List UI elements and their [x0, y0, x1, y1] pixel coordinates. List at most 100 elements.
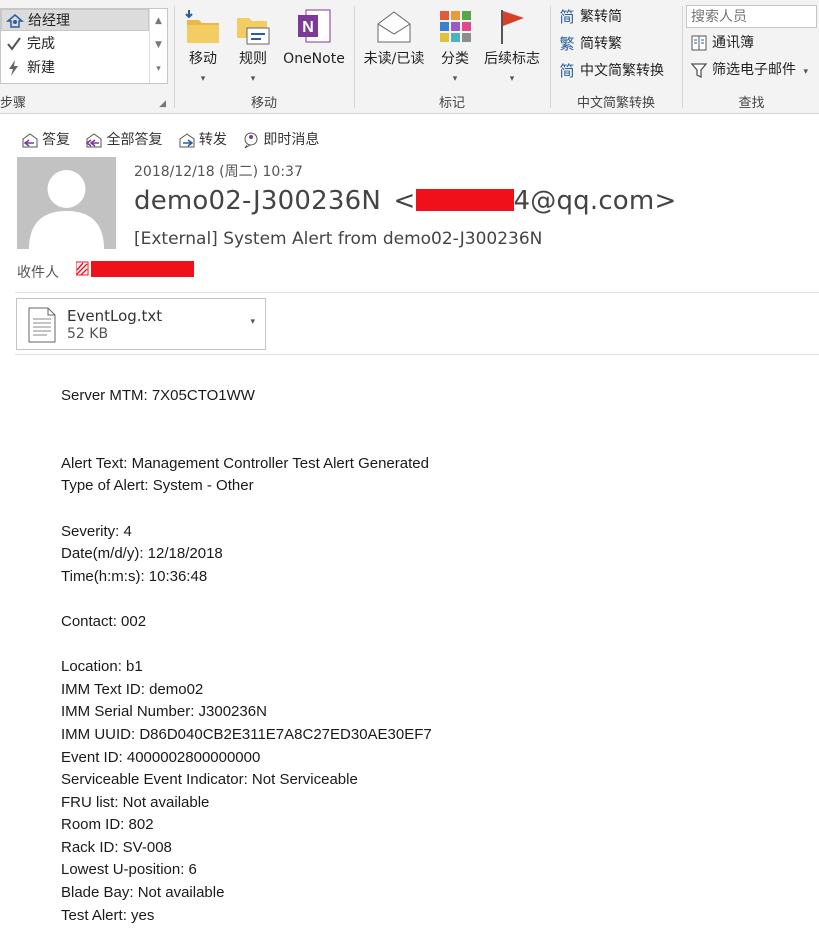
body-line: Blade Bay: Not available [61, 884, 225, 902]
group-divider [682, 6, 683, 108]
search-people-input[interactable] [686, 5, 817, 28]
quick-steps-gallery: 给经理 完成 新建 ▲ ▼ ▾ [0, 8, 168, 84]
traditional-char-icon: 繁 [559, 35, 575, 53]
scroll-up-icon[interactable]: ▲ [150, 9, 167, 33]
header-divider [15, 292, 819, 293]
body-line: Time(h:m:s): 10:36:48 [61, 567, 208, 585]
instant-message-button[interactable]: 即时消息 [241, 130, 319, 150]
recipient-redacted[interactable] [75, 261, 194, 277]
steps-group-label: 步骤 [0, 96, 27, 111]
move-folder-icon [185, 8, 221, 46]
group-divider [550, 6, 551, 108]
body-line: Test Alert: yes [61, 906, 155, 924]
unread-read-button[interactable]: 未读/已读 [360, 4, 428, 88]
body-line: IMM Text ID: demo02 [61, 680, 204, 698]
body-blank-line [61, 634, 432, 657]
lightning-icon [5, 59, 23, 77]
address-book-button[interactable]: 通讯簿 [688, 31, 754, 55]
person-silhouette-icon [29, 170, 104, 249]
sender-email-suffix: 4@qq.com> [513, 186, 677, 216]
sender-name: demo02-J300236N [134, 186, 382, 216]
quick-steps-scrollbar[interactable]: ▲ ▼ ▾ [149, 9, 167, 83]
body-line: Severity: 4 [61, 522, 132, 540]
quick-step-new[interactable]: 新建 [1, 57, 149, 79]
scroll-down-icon[interactable]: ▼ [150, 33, 167, 57]
quick-steps-group: 给经理 完成 新建 ▲ ▼ ▾ ◢ 步骤 [0, 0, 172, 114]
move-group: 移动 ▾ 规则 ▾ N OneNote 移动 [176, 0, 352, 114]
chevron-down-icon: ▾ [200, 73, 206, 84]
text-file-icon [28, 307, 56, 343]
checkmark-icon [5, 35, 23, 53]
simplified-to-traditional-button[interactable]: 繁 简转繁 [556, 32, 622, 56]
conversion-char-icon: 简 [559, 62, 575, 80]
body-line: Serviceable Event Indicator: Not Service… [61, 771, 358, 789]
message-date: 2018/12/18 (周二) 10:37 [134, 164, 303, 180]
reply-all-button[interactable]: 全部答复 [84, 130, 162, 150]
redaction-box [415, 188, 514, 211]
tags-group-label: 标记 [438, 96, 465, 111]
body-line: Event ID: 4000002800000000 [61, 748, 261, 766]
body-blank-line [61, 498, 432, 521]
find-group-label: 查找 [738, 96, 765, 111]
body-line: Lowest U-position: 6 [61, 861, 197, 879]
reply-icon [22, 133, 38, 148]
ribbon: 给经理 完成 新建 ▲ ▼ ▾ ◢ 步骤 移动 ▾ 规则 ▾ N OneNote… [0, 0, 819, 114]
onenote-icon: N [296, 8, 332, 46]
filter-funnel-icon [690, 61, 708, 79]
chevron-down-icon: ▾ [250, 73, 256, 84]
gallery-more-icon[interactable]: ▾ [150, 57, 167, 81]
tags-group: 未读/已读 分类 ▾ 后续标志 ▾ 标记 [356, 0, 548, 114]
address-book-icon [690, 34, 708, 52]
body-line: Alert Text: Management Controller Test A… [61, 454, 429, 472]
body-line: Room ID: 802 [61, 816, 154, 834]
attachment-divider [15, 354, 819, 355]
categorize-icon [437, 8, 473, 46]
move-button[interactable]: 移动 ▾ [182, 4, 224, 88]
rules-button[interactable]: 规则 ▾ [232, 4, 274, 88]
body-blank-line [61, 588, 432, 611]
body-line: Contact: 002 [61, 612, 147, 630]
chevron-down-icon: ▾ [803, 67, 808, 77]
svg-text:N: N [302, 19, 314, 36]
redaction-box [75, 261, 194, 277]
reply-button[interactable]: 答复 [20, 130, 70, 150]
sender-line: demo02-J300236N <4@qq.com> [134, 186, 676, 216]
chinese-conversion-group: 简 繁转简 繁 简转繁 简 中文简繁转换 中文简繁转换 [552, 0, 680, 114]
quick-step-done[interactable]: 完成 [1, 33, 149, 55]
categorize-button[interactable]: 分类 ▾ [434, 4, 476, 88]
simplified-char-icon: 简 [559, 8, 575, 26]
forward-icon [179, 133, 195, 148]
message-body: Server MTM: 7X05CTO1WW Alert Text: Manage… [61, 385, 432, 927]
instant-message-icon [244, 132, 258, 149]
body-line: Location: b1 [61, 658, 143, 676]
quick-step-manager[interactable]: 给经理 [1, 9, 149, 31]
onenote-button[interactable]: N OneNote [278, 4, 350, 88]
rules-icon [235, 8, 271, 46]
move-group-label: 移动 [250, 96, 277, 111]
manager-icon [5, 12, 25, 30]
body-line: IMM UUID: D86D040CB2E311E7A8C27ED30AE30E… [61, 725, 432, 743]
message-actions-bar: 答复 全部答复 转发 即时消息 [20, 130, 329, 152]
message-subject: [External] System Alert from demo02-J300… [134, 229, 543, 249]
group-divider [174, 6, 175, 108]
forward-button[interactable]: 转发 [177, 130, 227, 150]
chinese-conversion-button[interactable]: 简 中文简繁转换 [556, 59, 664, 83]
flag-icon [494, 8, 530, 46]
attachment-eventlog[interactable]: EventLog.txt 52 KB ▾ [16, 298, 266, 350]
body-line: Type of Alert: System - Other [61, 477, 254, 495]
attachment-menu-chevron-icon[interactable]: ▾ [250, 317, 255, 327]
body-line: FRU list: Not available [61, 793, 210, 811]
follow-up-button[interactable]: 后续标志 ▾ [480, 4, 544, 88]
traditional-to-simplified-button[interactable]: 简 繁转简 [556, 5, 622, 29]
body-blank-line [61, 430, 432, 453]
body-line: Server MTM: 7X05CTO1WW [61, 387, 255, 404]
chinese-group-label: 中文简繁转换 [576, 96, 655, 111]
filter-email-button[interactable]: 筛选电子邮件 ▾ [688, 58, 808, 82]
body-line: Date(m/d/y): 12/18/2018 [61, 545, 223, 563]
envelope-icon [376, 8, 412, 46]
chevron-down-icon: ▾ [452, 73, 458, 84]
group-divider [354, 6, 355, 108]
body-line: Rack ID: SV-008 [61, 838, 172, 856]
chevron-down-icon: ▾ [509, 73, 515, 84]
recipients-label: 收件人 [17, 265, 59, 281]
